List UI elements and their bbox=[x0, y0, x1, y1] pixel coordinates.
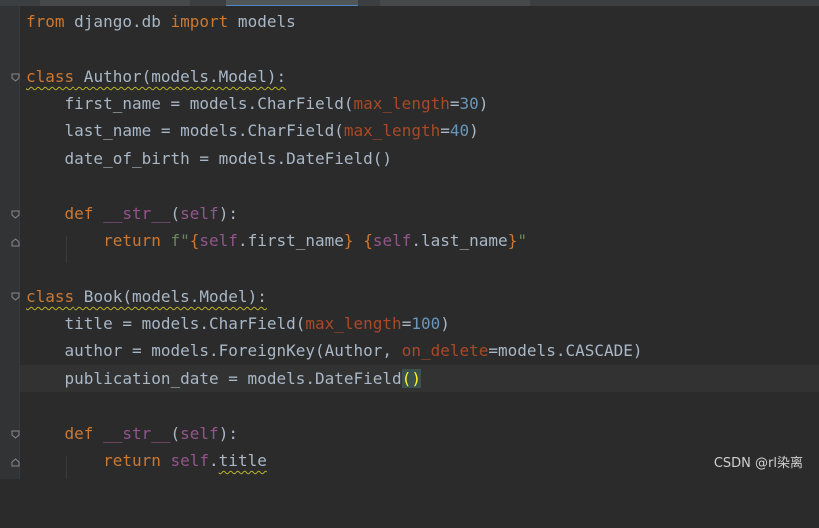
code-line-1[interactable]: from django.db import models bbox=[20, 8, 819, 35]
self-keyword: self bbox=[180, 204, 219, 223]
class-signature: Author(models.Model): bbox=[74, 67, 287, 86]
number-literal: 40 bbox=[449, 121, 470, 140]
string-text bbox=[354, 231, 364, 250]
fold-arrow-icon[interactable] bbox=[11, 430, 20, 439]
code-line-8[interactable]: def __str__(self): bbox=[20, 200, 819, 227]
fstring-brace: { bbox=[363, 231, 373, 250]
module-name: django.db bbox=[64, 12, 171, 31]
fold-end-icon[interactable] bbox=[11, 458, 20, 467]
code-text: =models.CASCADE) bbox=[488, 341, 643, 360]
code-text: ): bbox=[218, 424, 238, 443]
param-name: max_length bbox=[305, 314, 402, 333]
fstring-brace: { bbox=[189, 231, 200, 250]
code-text: ( bbox=[170, 204, 181, 223]
fstring-prefix: f" bbox=[160, 231, 190, 250]
self-keyword: self bbox=[170, 451, 210, 470]
keyword: def bbox=[64, 424, 94, 443]
fold-arrow-icon[interactable] bbox=[11, 210, 20, 219]
string-quote: " bbox=[517, 231, 527, 250]
keyword: return bbox=[103, 231, 161, 250]
keyword: class bbox=[26, 287, 75, 306]
import-name: models bbox=[228, 12, 296, 31]
code-text: publication_date = models.DateField bbox=[26, 369, 402, 388]
editor-gutter bbox=[0, 6, 20, 479]
param-name: on_delete bbox=[401, 341, 489, 360]
code-line-13[interactable]: author = models.ForeignKey(Author, on_de… bbox=[20, 337, 819, 364]
fstring-brace: } bbox=[343, 231, 354, 250]
code-text: last_name = models.CharField( bbox=[26, 121, 344, 140]
code-text: ( bbox=[170, 424, 181, 443]
function-name: __str__ bbox=[103, 424, 171, 443]
code-line-11[interactable]: class Book(models.Model): bbox=[20, 283, 819, 310]
code-text: ) bbox=[478, 94, 489, 113]
keyword: class bbox=[26, 67, 75, 86]
code-line-3[interactable]: class Author(models.Model): bbox=[20, 63, 819, 90]
param-name: max_length bbox=[343, 121, 441, 140]
function-name: __str__ bbox=[103, 204, 171, 223]
keyword: return bbox=[103, 451, 161, 470]
fstring-brace: } bbox=[507, 231, 518, 250]
self-keyword: self bbox=[180, 424, 219, 443]
attribute: .last_name bbox=[411, 231, 508, 250]
code-text: date_of_birth = models.DateField() bbox=[26, 149, 393, 168]
self-keyword: self bbox=[199, 231, 238, 250]
code-line-4[interactable]: first_name = models.CharField(max_length… bbox=[20, 90, 819, 117]
code-line-6[interactable]: date_of_birth = models.DateField() bbox=[20, 145, 819, 172]
matched-parentheses: () bbox=[401, 369, 421, 388]
number-literal: 100 bbox=[411, 314, 441, 333]
fold-arrow-icon[interactable] bbox=[11, 73, 20, 82]
keyword: from bbox=[26, 12, 65, 31]
code-line-12[interactable]: title = models.CharField(max_length=100) bbox=[20, 310, 819, 337]
code-text: ): bbox=[218, 204, 238, 223]
code-line-9[interactable]: return f"{self.first_name} {self.last_na… bbox=[20, 227, 819, 254]
self-keyword: self bbox=[372, 231, 412, 250]
code-text: = bbox=[440, 121, 450, 140]
code-text: author = models.ForeignKey(Author, bbox=[26, 341, 402, 360]
code-text: first_name = models.CharField( bbox=[26, 94, 354, 113]
fold-arrow-icon[interactable] bbox=[11, 292, 20, 301]
number-literal: 30 bbox=[459, 94, 479, 113]
code-text: ) bbox=[469, 121, 479, 140]
code-text: . bbox=[209, 451, 219, 470]
keyword: def bbox=[64, 204, 94, 223]
code-text: title = models.CharField( bbox=[26, 314, 306, 333]
code-line-17[interactable]: return self.title bbox=[20, 447, 819, 474]
code-line-5[interactable]: last_name = models.CharField(max_length=… bbox=[20, 117, 819, 144]
attribute: .first_name bbox=[237, 231, 344, 250]
class-signature: Book(models.Model): bbox=[74, 287, 267, 306]
code-editor[interactable]: from django.db import models class Autho… bbox=[20, 6, 819, 479]
code-line-14-current[interactable]: publication_date = models.DateField() bbox=[20, 365, 819, 392]
code-text: ) bbox=[440, 314, 450, 333]
keyword: import bbox=[170, 12, 229, 31]
code-line-16[interactable]: def __str__(self): bbox=[20, 420, 819, 447]
code-text: = bbox=[401, 314, 412, 333]
attribute: title bbox=[218, 451, 267, 470]
watermark: CSDN @rl染离 bbox=[713, 456, 803, 471]
param-name: max_length bbox=[353, 94, 450, 113]
fold-end-icon[interactable] bbox=[11, 238, 20, 247]
